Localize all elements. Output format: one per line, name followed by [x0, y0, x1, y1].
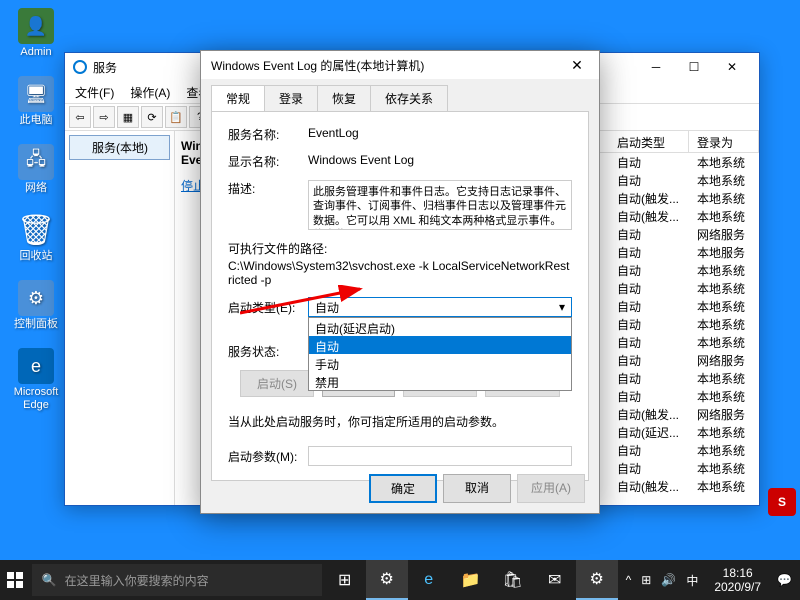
tray-clock[interactable]: 18:16 2020/9/7 [708, 566, 767, 595]
desktop-icon-network[interactable]: 🖧网络 [8, 144, 64, 194]
search-placeholder: 在这里输入你要搜索的内容 [65, 572, 209, 589]
start-button[interactable]: 启动(S) [240, 370, 314, 397]
desktop-icon-thispc[interactable]: 🖥此电脑 [8, 76, 64, 126]
value-display-name: Windows Event Log [308, 153, 414, 167]
desktop-icon-label: 控制面板 [14, 318, 58, 330]
taskbar-mail[interactable]: ✉ [534, 560, 576, 600]
dropdown-list: 自动(延迟启动) 自动 手动 禁用 [308, 317, 572, 391]
tray-overflow[interactable]: ^ [626, 573, 632, 587]
tray-ime[interactable]: 中 [686, 572, 698, 589]
start-button[interactable] [0, 560, 30, 600]
label-exe-path: 可执行文件的路径: [228, 240, 572, 257]
taskbar-explorer[interactable]: 📁 [450, 560, 492, 600]
tree-node-label: 服务(本地) [92, 139, 148, 156]
dropdown-option-manual[interactable]: 手动 [309, 354, 571, 372]
tab-general[interactable]: 常规 [211, 85, 265, 111]
label-service-name: 服务名称: [228, 126, 300, 143]
apply-button[interactable]: 应用(A) [517, 474, 585, 503]
menu-action[interactable]: 操作(A) [124, 82, 176, 103]
taskbar: 🔍 在这里输入你要搜索的内容 ⊞ ⚙ e 📁 🛍 ✉ ⚙ ^ ⊞ 🔊 中 18:… [0, 560, 800, 600]
toolbar-up[interactable]: ▦ [117, 106, 139, 128]
label-description: 描述: [228, 180, 300, 197]
taskbar-store[interactable]: 🛍 [492, 560, 534, 600]
description-textbox[interactable]: 此服务管理事件和事件日志。它支持日志记录事件、查询事件、订阅事件、归档事件日志以… [308, 180, 572, 230]
taskbar-settings[interactable]: ⚙ [576, 560, 618, 600]
gear-icon [73, 60, 87, 74]
desktop-icon-label: 网络 [25, 182, 47, 194]
hint-text: 当从此处启动服务时，你可指定所适用的启动参数。 [228, 413, 572, 430]
dropdown-option-auto[interactable]: 自动 [309, 336, 571, 354]
taskbar-search[interactable]: 🔍 在这里输入你要搜索的内容 [32, 564, 322, 596]
maximize-button[interactable]: ☐ [675, 54, 713, 80]
services-title: 服务 [93, 59, 117, 76]
tray-date: 2020/9/7 [714, 580, 761, 594]
toolbar-export[interactable]: 📋 [165, 106, 187, 128]
task-view-button[interactable]: ⊞ [324, 560, 366, 600]
chevron-down-icon: ▾ [559, 300, 565, 314]
notification-icon[interactable]: 💬 [777, 573, 792, 587]
toolbar-fwd[interactable]: ⇨ [93, 106, 115, 128]
value-exe-path: C:\Windows\System32\svchost.exe -k Local… [228, 259, 572, 287]
desktop-icon-label: Microsoft Edge [8, 386, 64, 410]
desktop-icon-recyclebin[interactable]: 🗑回收站 [8, 212, 64, 262]
desktop-icon-label: Admin [20, 46, 51, 58]
desktop-icon-label: 回收站 [20, 250, 53, 262]
gear-icon [76, 142, 88, 154]
tree-node-services-local[interactable]: 服务(本地) [69, 135, 170, 160]
tray-volume-icon[interactable]: 🔊 [661, 573, 676, 587]
close-button[interactable]: ✕ [713, 54, 751, 80]
toolbar-back[interactable]: ⇦ [69, 106, 91, 128]
search-icon: 🔍 [42, 573, 57, 587]
value-service-name: EventLog [308, 126, 359, 140]
minimize-button[interactable]: ─ [637, 54, 675, 80]
taskbar-edge[interactable]: e [408, 560, 450, 600]
label-service-status: 服务状态: [228, 343, 300, 360]
dropdown-selected: 自动 [315, 299, 339, 316]
tab-dependencies[interactable]: 依存关系 [370, 85, 448, 111]
properties-dialog: Windows Event Log 的属性(本地计算机) ✕ 常规 登录 恢复 … [200, 50, 600, 514]
label-display-name: 显示名称: [228, 153, 300, 170]
close-button[interactable]: ✕ [557, 52, 597, 78]
dropdown-option-auto-delayed[interactable]: 自动(延迟启动) [309, 318, 571, 336]
desktop-icon-label: 此电脑 [20, 114, 53, 126]
tab-logon[interactable]: 登录 [264, 85, 318, 111]
properties-titlebar[interactable]: Windows Event Log 的属性(本地计算机) ✕ [201, 51, 599, 79]
dropdown-option-disabled[interactable]: 禁用 [309, 372, 571, 390]
start-params-input[interactable] [308, 446, 572, 466]
label-startup-type: 启动类型(E): [228, 299, 300, 316]
ok-button[interactable]: 确定 [369, 474, 437, 503]
col-logon-as[interactable]: 登录为 [689, 131, 759, 152]
desktop-icon-admin[interactable]: 👤Admin [8, 8, 64, 58]
tray-network-icon[interactable]: ⊞ [641, 573, 651, 587]
cancel-button[interactable]: 取消 [443, 474, 511, 503]
desktop-icon-edge[interactable]: eMicrosoft Edge [8, 348, 64, 410]
toolbar-refresh[interactable]: ⟳ [141, 106, 163, 128]
col-startup-type[interactable]: 启动类型 [609, 131, 689, 152]
tray-time: 18:16 [714, 566, 761, 580]
snagit-badge[interactable]: S [768, 488, 796, 516]
tab-recovery[interactable]: 恢复 [317, 85, 371, 111]
taskbar-services[interactable]: ⚙ [366, 560, 408, 600]
menu-file[interactable]: 文件(F) [69, 82, 120, 103]
label-start-params: 启动参数(M): [228, 448, 300, 465]
properties-title: Windows Event Log 的属性(本地计算机) [211, 57, 424, 74]
startup-type-dropdown[interactable]: 自动 ▾ 自动(延迟启动) 自动 手动 禁用 [308, 297, 572, 317]
desktop-icon-controlpanel[interactable]: ⚙控制面板 [8, 280, 64, 330]
